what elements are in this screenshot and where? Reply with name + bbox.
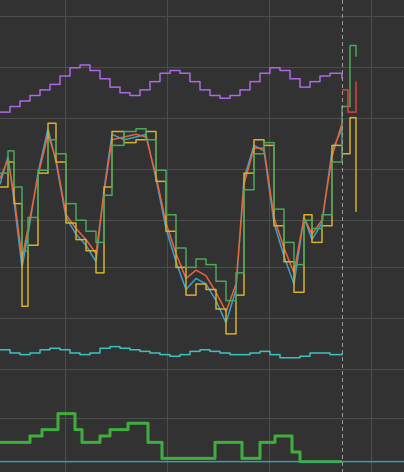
chart bbox=[0, 0, 404, 472]
chart-background bbox=[0, 0, 404, 472]
